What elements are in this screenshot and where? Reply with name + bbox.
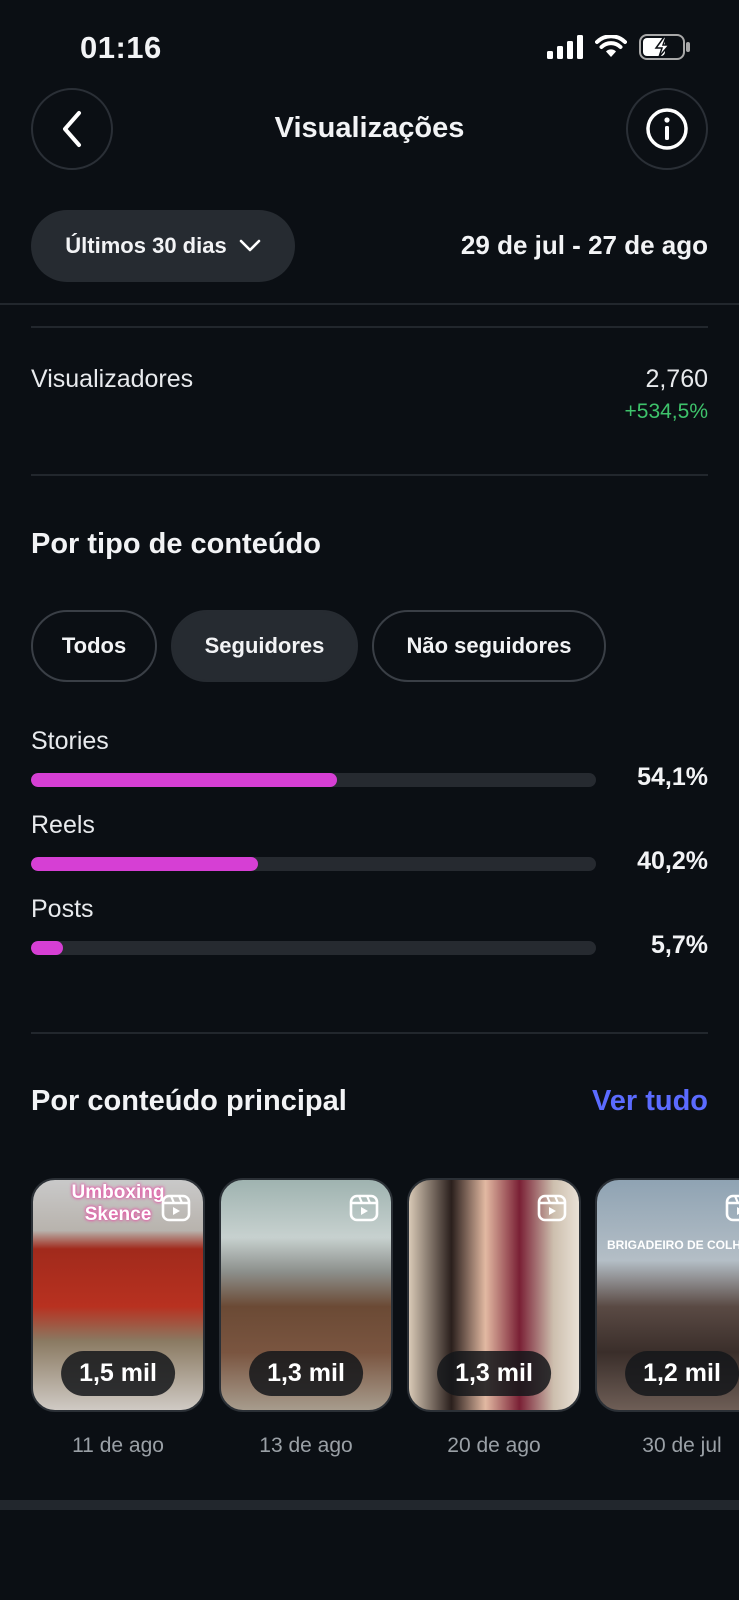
chip-seguidores[interactable]: Seguidores (171, 610, 358, 682)
reel-icon (725, 1194, 739, 1222)
view-count: 1,5 mil (61, 1351, 175, 1396)
divider (31, 474, 708, 476)
info-button[interactable] (626, 88, 708, 170)
content-item[interactable]: BRIGADEIRO DE COLH 1,2 mil 30 de jul (595, 1178, 739, 1458)
bar-fill (31, 773, 337, 787)
reel-icon (349, 1194, 379, 1222)
content-thumbnail: BRIGADEIRO DE COLH 1,2 mil (595, 1178, 739, 1412)
viewers-value: 2,760 (645, 365, 708, 393)
content-date: 30 de jul (642, 1434, 722, 1457)
top-content-title: Por conteúdo principal (31, 1085, 347, 1117)
content-item[interactable]: 1,3 mil 20 de ago (407, 1178, 581, 1458)
filter-row: Últimos 30 dias 29 de jul - 27 de ago (31, 210, 708, 282)
viewers-label: Visualizadores (31, 365, 194, 393)
reel-icon (537, 1194, 567, 1222)
content-date: 13 de ago (259, 1434, 353, 1457)
divider (31, 1032, 708, 1034)
content-item[interactable]: 1,3 mil 13 de ago (219, 1178, 393, 1458)
section-separator (0, 1500, 739, 1510)
bar-percent: 5,7% (651, 931, 708, 959)
chip-nao-seguidores[interactable]: Não seguidores (372, 610, 606, 682)
bar-track (31, 941, 596, 955)
period-label: Últimos 30 dias (65, 233, 227, 258)
chip-todos[interactable]: Todos (31, 610, 157, 682)
wifi-icon (595, 35, 627, 57)
divider (31, 326, 708, 328)
viewers-change: +534,5% (624, 400, 709, 423)
status-icons (547, 34, 691, 60)
signal-icon (547, 35, 583, 59)
see-all-link[interactable]: Ver tudo (592, 1085, 708, 1118)
content-date: 20 de ago (447, 1434, 541, 1457)
bar-row-reels: Reels 40,2% (31, 811, 708, 891)
divider (0, 303, 739, 305)
battery-charging-icon (639, 34, 690, 60)
content-thumbnail: 1,3 mil (219, 1178, 393, 1412)
bar-label: Posts (31, 895, 94, 923)
bar-row-stories: Stories 54,1% (31, 727, 708, 807)
status-bar: 01:16 (0, 0, 739, 90)
header: Visualizações (0, 88, 739, 172)
content-thumbnail: Umboxing Skence 1,5 mil (31, 1178, 205, 1412)
bar-track (31, 857, 596, 871)
bar-percent: 54,1% (637, 763, 708, 791)
bar-row-posts: Posts 5,7% (31, 895, 708, 975)
view-count: 1,3 mil (249, 1351, 363, 1396)
content-thumbnail: 1,3 mil (407, 1178, 581, 1412)
bar-fill (31, 857, 259, 871)
chevron-down-icon (239, 239, 260, 252)
bar-label: Reels (31, 811, 95, 839)
audience-filter-chips: Todos Seguidores Não seguidores (31, 610, 606, 682)
bar-track (31, 773, 596, 787)
view-count: 1,2 mil (625, 1351, 739, 1396)
status-time: 01:16 (80, 30, 162, 65)
bar-percent: 40,2% (637, 847, 708, 875)
bar-label: Stories (31, 727, 109, 755)
content-date: 11 de ago (72, 1434, 164, 1457)
content-type-title: Por tipo de conteúdo (31, 528, 321, 560)
date-range: 29 de jul - 27 de ago (460, 230, 708, 260)
reel-icon (161, 1194, 191, 1222)
thumbnail-caption: BRIGADEIRO DE COLH (607, 1238, 739, 1252)
top-content-carousel: Umboxing Skence 1,5 mil 11 de ago 1,3 mi… (31, 1178, 739, 1458)
info-icon (646, 108, 688, 150)
view-count: 1,3 mil (437, 1351, 551, 1396)
content-item[interactable]: Umboxing Skence 1,5 mil 11 de ago (31, 1178, 205, 1458)
bar-fill (31, 941, 64, 955)
period-dropdown[interactable]: Últimos 30 dias (31, 210, 295, 282)
